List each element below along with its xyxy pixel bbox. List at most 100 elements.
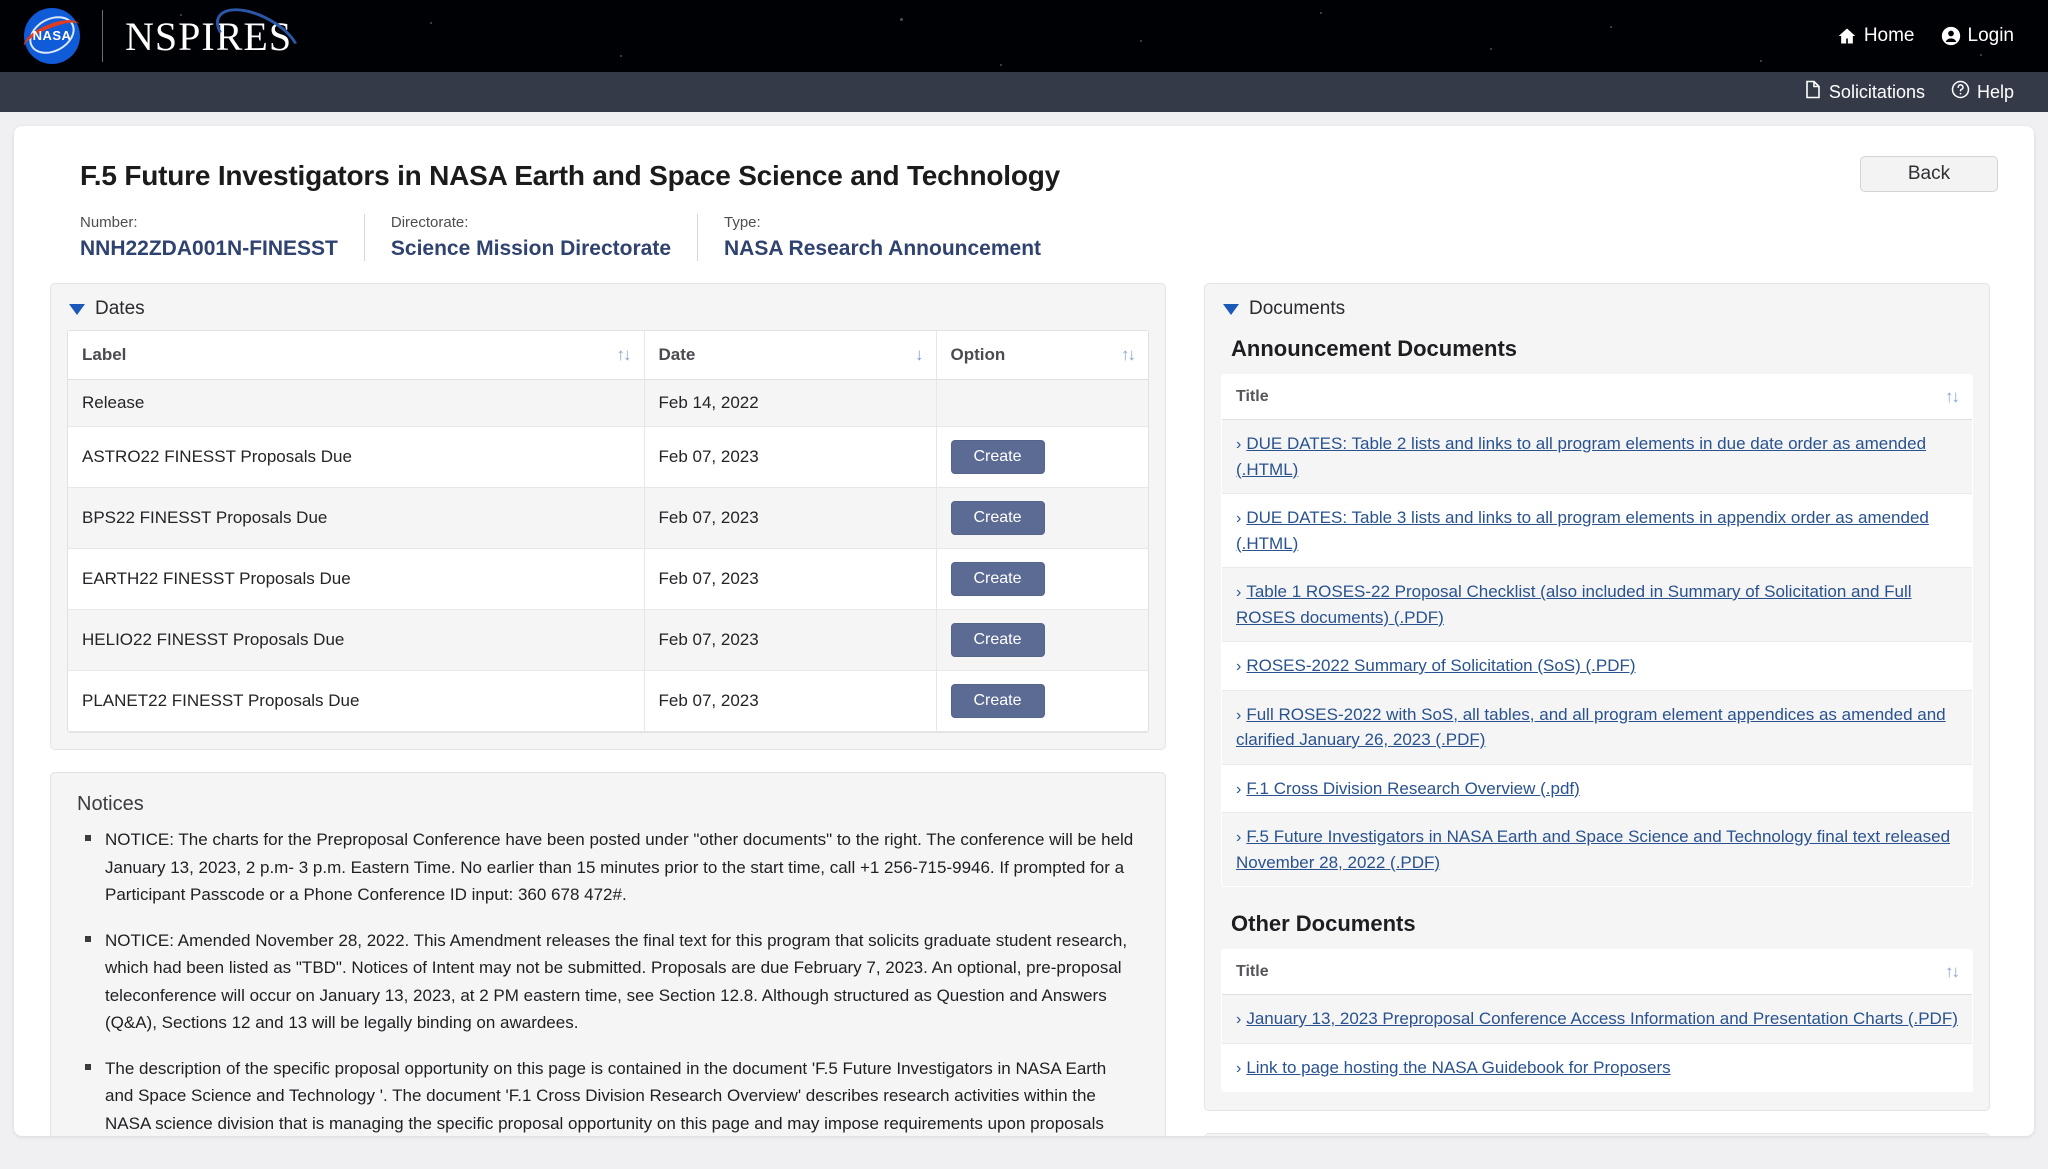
chevron-right-icon: › <box>1236 1011 1242 1028</box>
solicitation-meta: Number: NNH22ZDA001N-FINESST Directorate… <box>80 214 1998 261</box>
sort-toggle-date[interactable]: ↓ <box>915 345 923 365</box>
page-title: F.5 Future Investigators in NASA Earth a… <box>80 160 1061 191</box>
document-cell: › Table 1 ROSES-22 Proposal Checklist (al… <box>1222 567 1972 642</box>
chevron-right-icon: › <box>1236 780 1242 798</box>
create-button[interactable]: Create <box>950 440 1045 474</box>
document-cell: › F.1 Cross Division Research Overview (.… <box>1222 764 1972 813</box>
document-cell: › ROSES-2022 Summary of Solicitation (SoS… <box>1222 641 1972 691</box>
document-link[interactable]: Link to page hosting the NASA Guidebook … <box>1246 1058 1670 1077</box>
brand-lockup[interactable]: NASA NSPIRES <box>19 0 310 72</box>
document-link[interactable]: DUE DATES: Table 3 lists and links to al… <box>1236 508 1929 553</box>
meta-type-label: Type: <box>724 214 761 231</box>
document-cell: › Full ROSES-2022 with SoS, all tables, a… <box>1222 690 1972 765</box>
document-link[interactable]: Full ROSES-2022 with SoS, all tables, an… <box>1236 705 1946 750</box>
cell-label: Release <box>68 379 644 427</box>
nav-home-link[interactable]: Home <box>1837 25 1915 47</box>
announcement-documents-heading: Announcement Documents <box>1231 336 1518 361</box>
document-link[interactable]: F.1 Cross Division Research Overview (.p… <box>1246 779 1579 798</box>
create-button[interactable]: Create <box>950 501 1045 535</box>
nav-solicitations-link[interactable]: Solicitations <box>1804 80 1925 104</box>
column-header-title-text: Title <box>1236 963 1269 980</box>
right-column: Documents Announcement Documents Title ↑… <box>1204 283 1990 1136</box>
dates-panel-header[interactable]: Dates <box>51 284 1165 330</box>
page-header: F.5 Future Investigators in NASA Earth a… <box>50 154 1998 192</box>
table-row: PLANET22 FINESST Proposals Due Feb 07, 2… <box>68 670 1148 732</box>
document-link[interactable]: ROSES-2022 Summary of Solicitation (SoS)… <box>1246 656 1635 675</box>
document-cell: › DUE DATES: Table 2 lists and links to a… <box>1222 419 1972 494</box>
chevron-right-icon: › <box>1236 658 1242 675</box>
cell-date: Feb 07, 2023 <box>643 426 936 488</box>
column-header-title[interactable]: Title ↑↓ <box>1222 375 1972 420</box>
nasa-logo-icon: NASA <box>19 8 85 64</box>
meta-number-label: Number: <box>80 214 138 231</box>
sort-toggle-label[interactable]: ↑↓ <box>617 345 632 365</box>
sort-toggle-title[interactable]: ↑↓ <box>1945 962 1960 982</box>
other-documents-head: Title ↑↓ <box>1222 950 1972 995</box>
nav-login-link[interactable]: Login <box>1941 25 2014 47</box>
column-header-title-text: Title <box>1236 388 1269 405</box>
column-header-title[interactable]: Title ↑↓ <box>1222 950 1972 995</box>
sort-toggle-option[interactable]: ↑↓ <box>1121 345 1136 365</box>
cell-option: Create <box>935 548 1148 610</box>
meta-number: Number: NNH22ZDA001N-FINESST <box>80 214 365 261</box>
other-documents-body: › January 13, 2023 Preproposal Conference… <box>1222 994 1972 1091</box>
cell-date: Feb 14, 2022 <box>643 379 936 427</box>
cell-option: Create <box>935 487 1148 549</box>
cell-label: HELIO22 FINESST Proposals Due <box>68 609 644 671</box>
document-link[interactable]: Table 1 ROSES-22 Proposal Checklist (als… <box>1236 582 1912 627</box>
nav-help-link[interactable]: Help <box>1951 80 2014 104</box>
caret-down-icon[interactable] <box>69 303 85 315</box>
nav-home-label: Home <box>1863 25 1915 46</box>
starfield-decoration <box>0 0 2048 72</box>
page-card: F.5 Future Investigators in NASA Earth a… <box>14 126 2034 1136</box>
home-icon <box>1837 26 1857 46</box>
cell-label: ASTRO22 FINESST Proposals Due <box>68 426 644 488</box>
secondary-nav: Solicitations Help <box>0 72 2048 112</box>
back-button[interactable]: Back <box>1860 156 1998 192</box>
chevron-right-icon: › <box>1236 829 1242 846</box>
dates-panel-title: Dates <box>95 298 145 319</box>
table-row: › Table 1 ROSES-22 Proposal Checklist (al… <box>1222 567 1972 642</box>
table-row: HELIO22 FINESST Proposals Due Feb 07, 20… <box>68 609 1148 671</box>
list-item: NOTICE: Amended November 28, 2022. This … <box>85 927 1139 1037</box>
create-button[interactable]: Create <box>950 562 1045 596</box>
dates-table-wrapper: Label ↑↓ Date ↓ Option ↑↓ Release Feb 14… <box>51 330 1165 749</box>
notices-title: Notices <box>77 793 144 815</box>
create-button[interactable]: Create <box>950 684 1045 718</box>
announcement-documents-section: Announcement Documents Title ↑↓ › DUE DA… <box>1205 336 1989 905</box>
column-header-date[interactable]: Date ↓ <box>643 331 936 380</box>
caret-down-icon[interactable] <box>1223 303 1239 315</box>
table-row: Release Feb 14, 2022 <box>68 379 1148 427</box>
cell-label: EARTH22 FINESST Proposals Due <box>68 548 644 610</box>
document-link[interactable]: DUE DATES: Table 2 lists and links to al… <box>1236 434 1926 479</box>
column-header-label[interactable]: Label ↑↓ <box>68 331 644 380</box>
table-row: › F.1 Cross Division Research Overview (.… <box>1222 764 1972 813</box>
meta-type-value: NASA Research Announcement <box>724 237 1042 260</box>
table-row: › Full ROSES-2022 with SoS, all tables, a… <box>1222 690 1972 765</box>
other-documents-section: Other Documents Title ↑↓ › January 13, 2… <box>1205 911 1989 1110</box>
question-circle-icon <box>1951 80 1970 104</box>
cell-date: Feb 07, 2023 <box>643 487 936 549</box>
table-row: › January 13, 2023 Preproposal Conference… <box>1222 994 1972 1044</box>
other-documents-table: Title ↑↓ › January 13, 2023 Preproposal C… <box>1221 949 1973 1092</box>
table-header-row: Title ↑↓ <box>1222 950 1972 995</box>
cell-option <box>935 379 1148 427</box>
column-header-date-text: Date <box>658 345 696 364</box>
cell-option: Create <box>935 609 1148 671</box>
create-button[interactable]: Create <box>950 623 1045 657</box>
announcement-documents-head: Title ↑↓ <box>1222 375 1972 420</box>
document-link[interactable]: January 13, 2023 Preproposal Conference … <box>1246 1009 1958 1028</box>
column-header-label-text: Label <box>82 345 127 364</box>
table-row: › DUE DATES: Table 3 lists and links to a… <box>1222 493 1972 568</box>
dates-panel: Dates Label ↑↓ Date ↓ Option ↑↓ Release … <box>50 283 1166 750</box>
document-link[interactable]: F.5 Future Investigators in NASA Earth a… <box>1236 827 1950 872</box>
brand-divider <box>102 10 103 62</box>
list-item: The description of the specific proposal… <box>85 1055 1139 1136</box>
column-header-option[interactable]: Option ↑↓ <box>935 331 1148 380</box>
chevron-right-icon: › <box>1236 436 1242 453</box>
documents-panel-header[interactable]: Documents <box>1205 284 1989 330</box>
nspires-wordmark: NSPIRES <box>125 0 310 72</box>
cell-date: Feb 07, 2023 <box>643 670 936 732</box>
nspires-swoosh-icon <box>206 0 310 72</box>
sort-toggle-title[interactable]: ↑↓ <box>1945 387 1960 407</box>
